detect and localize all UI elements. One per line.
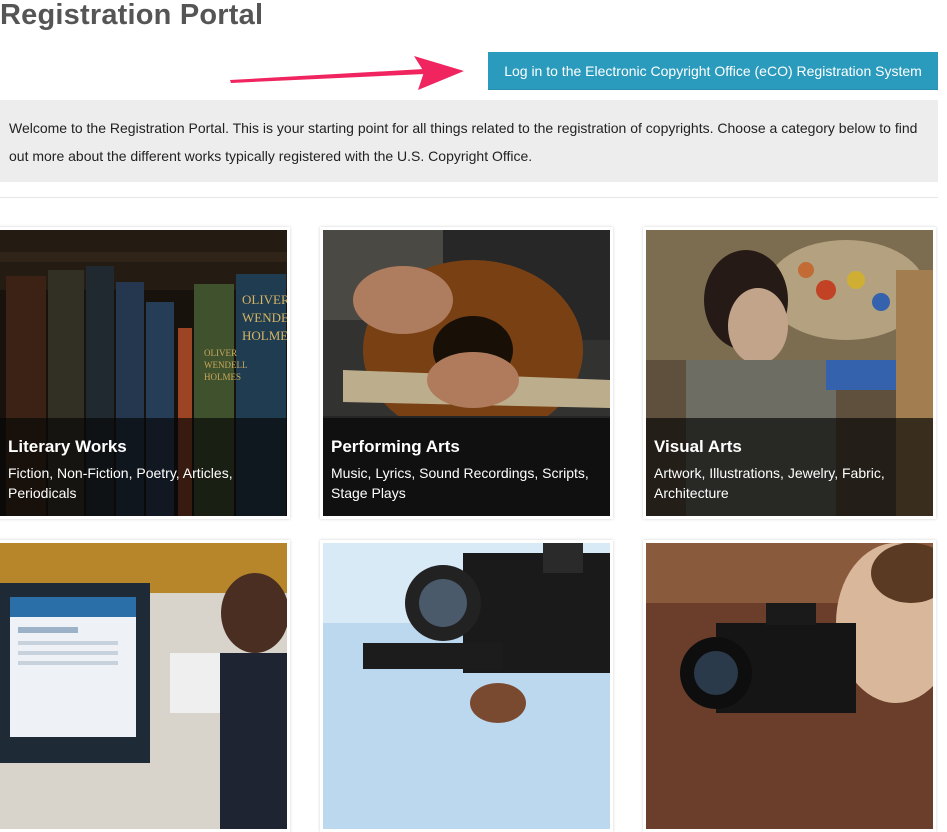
category-card-4[interactable]	[0, 540, 290, 832]
category-card-performing-arts[interactable]: Performing Arts Music, Lyrics, Sound Rec…	[320, 227, 613, 519]
category-card-literary-works[interactable]: OLIVER WENDELL HOLMES OLIVER WENDELL HOL…	[0, 227, 290, 519]
book-spine-holmes: HOLMES	[242, 328, 287, 343]
page-title: Registration Portal	[0, 0, 264, 31]
category-card-visual-arts[interactable]: Visual Arts Artwork, Illustrations, Jewe…	[643, 227, 936, 519]
photographer-photo	[646, 543, 933, 829]
category-card-6[interactable]	[643, 540, 936, 832]
category-card-5[interactable]	[320, 540, 613, 832]
card-title: Literary Works	[8, 437, 127, 456]
book-spine-oliver-small: OLIVER	[204, 348, 237, 358]
card-description: Music, Lyrics, Sound Recordings, Scripts…	[331, 465, 589, 501]
card-title: Performing Arts	[331, 437, 460, 456]
book-spine-wendell: WENDELL	[242, 310, 287, 325]
pointer-arrow-icon	[230, 56, 464, 90]
book-spine-oliver: OLIVER	[242, 292, 287, 307]
card-description: Artwork, Illustrations, Jewelry, Fabric,…	[654, 465, 885, 501]
video-camera-photo	[323, 543, 610, 829]
divider	[0, 197, 938, 198]
computer-user-photo	[0, 543, 287, 829]
book-spine-wendell-small: WENDELL	[204, 360, 247, 370]
card-description: Fiction, Non-Fiction, Poetry, Articles, …	[8, 465, 233, 501]
card-title: Visual Arts	[654, 437, 742, 456]
welcome-text: Welcome to the Registration Portal. This…	[9, 120, 918, 164]
book-spine-holmes-small: HOLMES	[204, 372, 241, 382]
eco-login-button[interactable]: Log in to the Electronic Copyright Offic…	[488, 52, 938, 90]
welcome-banner: Welcome to the Registration Portal. This…	[0, 100, 938, 182]
